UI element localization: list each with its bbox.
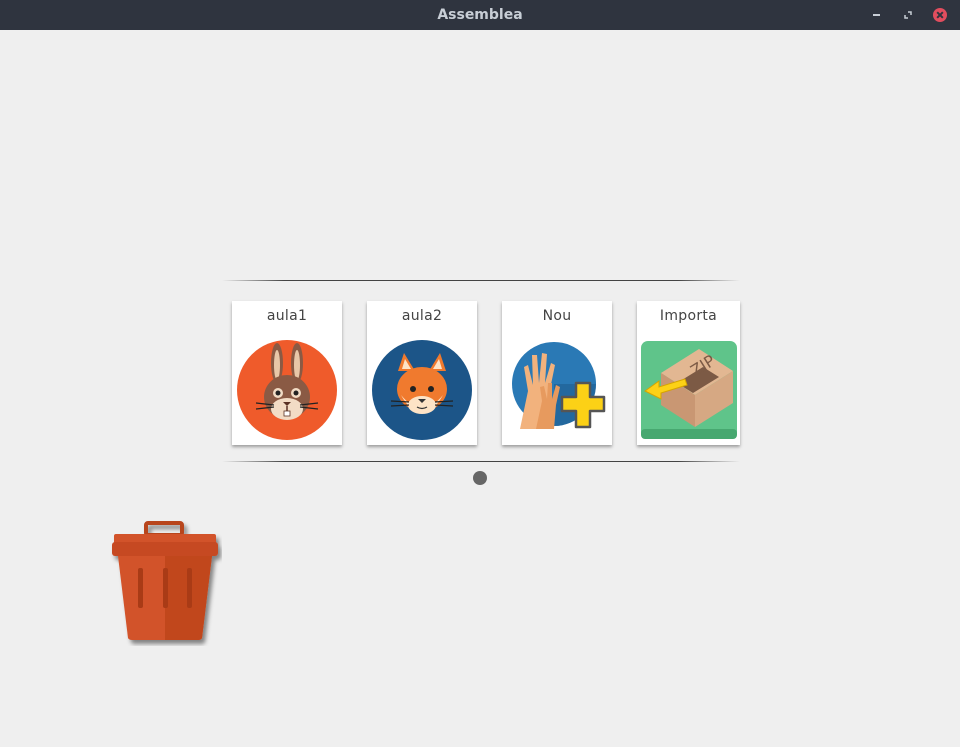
card-label: aula1 [266, 308, 308, 324]
maximize-button[interactable] [900, 7, 916, 23]
zip-import-icon: ZIP [641, 341, 737, 439]
trash-icon[interactable] [108, 520, 222, 646]
fox-icon [372, 340, 472, 440]
page-indicator-dot[interactable] [473, 471, 487, 485]
minimize-button[interactable] [868, 7, 884, 23]
card-label: Nou [542, 308, 572, 324]
carousel-top-divider [222, 280, 740, 281]
card-aula2[interactable]: aula2 [367, 301, 477, 445]
card-nou[interactable]: Nou [502, 301, 612, 445]
carousel-bottom-divider [222, 461, 740, 462]
title-bar: Assemblea [0, 0, 960, 30]
card-importa[interactable]: Importa ZIP [637, 301, 740, 445]
card-label: Importa [659, 308, 718, 324]
card-aula1[interactable]: aula1 [232, 301, 342, 445]
close-icon [933, 8, 947, 22]
close-button[interactable] [932, 7, 948, 23]
maximize-icon [904, 11, 912, 19]
minimize-icon [872, 14, 880, 16]
window-title: Assemblea [437, 7, 523, 23]
classroom-carousel: aula1 aula2 Nou Importa ZIP [222, 279, 740, 463]
hands-plus-icon [512, 342, 606, 429]
rabbit-icon [237, 340, 337, 440]
card-label: aula2 [401, 308, 443, 324]
